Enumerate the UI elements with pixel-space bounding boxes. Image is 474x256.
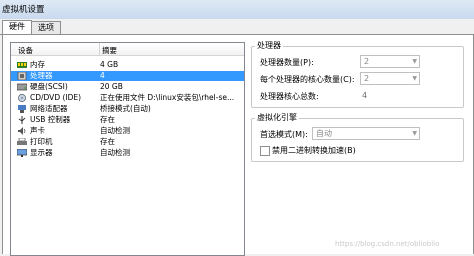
harddisk-icon — [16, 83, 28, 91]
preferred-mode-label: 首选模式(M): — [260, 130, 308, 139]
total-cores-value: 4 — [362, 91, 368, 100]
network-adapter-icon — [17, 105, 27, 113]
device-name: 显示器 — [30, 148, 53, 157]
device-name: 打印机 — [30, 137, 53, 146]
device-row-usb[interactable]: USB 控制器 存在 — [11, 115, 244, 125]
memory-icon — [17, 61, 27, 69]
processor-count-label: 处理器数量(P): — [260, 58, 314, 67]
tab-options[interactable]: 选项 — [31, 21, 61, 34]
device-row-harddisk[interactable]: 硬盘(SCSI) 20 GB — [11, 82, 244, 92]
chevron-down-icon: ▼ — [412, 75, 417, 82]
device-name: 声卡 — [30, 126, 45, 135]
device-row-sound-card[interactable]: 声卡 自动检测 — [11, 126, 244, 136]
processor-count-value: 2 — [364, 57, 370, 66]
device-name: 处理器 — [30, 71, 53, 80]
column-header-summary[interactable]: 摘要 — [102, 45, 117, 56]
column-header-device[interactable]: 设备 — [18, 45, 33, 56]
cores-per-processor-select[interactable]: 2 ▼ — [360, 72, 420, 85]
disable-binary-translation-label: 禁用二进制转换加速(B) — [272, 146, 356, 155]
device-summary: 存在 — [100, 115, 115, 124]
display-icon — [16, 148, 28, 157]
device-list-header: 设备 摘要 — [11, 43, 244, 56]
cd-dvd-icon — [17, 94, 27, 102]
disable-binary-translation-checkbox[interactable] — [260, 146, 270, 156]
window-title: 虚拟机设置 — [2, 5, 45, 15]
device-summary: 自动检测 — [100, 148, 130, 157]
device-name: 网络适配器 — [30, 104, 68, 113]
processor-group-title: 处理器 — [255, 40, 283, 51]
watermark: https://blog.csdn.net/oblioblio — [335, 240, 440, 248]
chevron-down-icon: ▼ — [412, 58, 417, 65]
device-list[interactable]: 设备 摘要 内存 4 GB 处理器 4 硬盘(SCSI) 20 GB CD/DV… — [10, 42, 245, 256]
device-summary: 自动检测 — [100, 126, 130, 135]
device-row-processor[interactable]: 处理器 4 — [11, 71, 244, 81]
device-name: 硬盘(SCSI) — [30, 82, 68, 91]
device-row-display[interactable]: 显示器 自动检测 — [11, 148, 244, 158]
processor-icon — [17, 71, 27, 81]
processor-count-select[interactable]: 2 ▼ — [360, 55, 420, 68]
total-cores-label: 处理器核心总数: — [260, 92, 319, 101]
device-row-printer[interactable]: 打印机 存在 — [11, 137, 244, 147]
device-summary: 20 GB — [100, 82, 123, 91]
device-summary: 桥接模式(自动) — [100, 104, 151, 113]
usb-icon — [17, 116, 27, 124]
sound-card-icon — [17, 127, 27, 135]
printer-icon — [17, 137, 27, 146]
cores-per-processor-value: 2 — [364, 74, 370, 83]
preferred-mode-select[interactable]: 自动 ▼ — [312, 127, 420, 140]
device-summary: 存在 — [100, 137, 115, 146]
column-divider[interactable] — [99, 43, 100, 55]
preferred-mode-value: 自动 — [316, 129, 332, 138]
device-row-network-adapter[interactable]: 网络适配器 桥接模式(自动) — [11, 104, 244, 114]
device-summary: 正在使用文件 D:\linux安装包\rhel-se... — [100, 93, 235, 102]
device-summary: 4 GB — [100, 60, 119, 69]
tab-strip: 硬件 选项 — [0, 20, 474, 35]
device-row-cd-dvd[interactable]: CD/DVD (IDE) 正在使用文件 D:\linux安装包\rhel-se.… — [11, 93, 244, 103]
device-name: CD/DVD (IDE) — [30, 93, 82, 102]
device-row-memory[interactable]: 内存 4 GB — [11, 60, 244, 70]
device-name: USB 控制器 — [30, 115, 71, 124]
title-bar: 虚拟机设置 — [0, 0, 474, 19]
virtualization-group-title: 虚拟化引擎 — [255, 112, 299, 123]
cores-per-processor-label: 每个处理器的核心数量(C): — [260, 75, 355, 84]
device-summary: 4 — [100, 71, 105, 80]
tab-hardware[interactable]: 硬件 — [2, 20, 32, 34]
chevron-down-icon: ▼ — [412, 130, 417, 137]
device-name: 内存 — [30, 60, 45, 69]
